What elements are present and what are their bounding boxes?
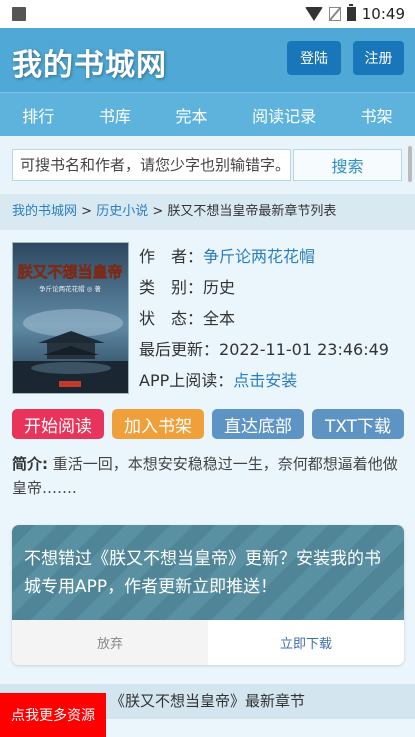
site-title[interactable]: 我的书城网 bbox=[12, 40, 167, 84]
action-buttons: 开始阅读 加入书架 直达底部 TXT下载 bbox=[12, 409, 404, 439]
meta-author: 作 者：争斤论两花花帽 bbox=[139, 246, 389, 277]
promo-text: 不想错过《朕又不想当皇帝》更新？安装我的书城专用APP，作者更新立即推送！ bbox=[24, 549, 381, 597]
register-button[interactable]: 注册 bbox=[353, 41, 404, 75]
cover-author: 争斤论两花花帽 ◎ 著 bbox=[39, 284, 101, 293]
cover-title: 朕又不想当皇帝 bbox=[17, 263, 122, 281]
nav-item-completed[interactable]: 完本 bbox=[175, 103, 207, 127]
more-resources-button[interactable]: 点我更多资源 bbox=[0, 693, 106, 737]
meta-status-label: 状 态： bbox=[139, 309, 204, 328]
search-bar: 可搜书名和作者，请您少字也别输错字。 搜索 bbox=[0, 136, 415, 194]
meta-updated: 最后更新：2022-11-01 23:46:49 bbox=[139, 339, 389, 370]
site-header: 我的书城网 登陆 注册 bbox=[0, 28, 415, 92]
book-cover[interactable]: 朕又不想当皇帝 争斤论两花花帽 ◎ 著 bbox=[12, 242, 129, 394]
promo-download-button[interactable]: 立即下载 bbox=[208, 620, 404, 665]
meta-app-label: APP上阅读： bbox=[139, 371, 234, 390]
breadcrumb-category[interactable]: 历史小说 bbox=[96, 204, 148, 219]
start-reading-button[interactable]: 开始阅读 bbox=[12, 409, 104, 439]
add-to-shelf-button[interactable]: 加入书架 bbox=[112, 409, 204, 439]
login-button[interactable]: 登陆 bbox=[287, 41, 341, 75]
meta-status: 状 态：全本 bbox=[139, 308, 389, 339]
wifi-icon bbox=[304, 7, 323, 21]
breadcrumb-home[interactable]: 我的书城网 bbox=[12, 204, 77, 219]
page-scrollbar[interactable] bbox=[408, 146, 412, 182]
status-bar: 10:49 bbox=[0, 0, 415, 28]
book-info: 朕又不想当皇帝 争斤论两花花帽 ◎ 著 作 者：争斤论两花花帽 类 别：历史 状… bbox=[0, 230, 415, 735]
breadcrumb-separator: > bbox=[148, 204, 168, 219]
nav-item-history[interactable]: 阅读记录 bbox=[252, 103, 316, 127]
nav-item-ranking[interactable]: 排行 bbox=[22, 103, 54, 127]
book-meta: 作 者：争斤论两花花帽 类 别：历史 状 态：全本 最后更新：2022-11-0… bbox=[139, 246, 389, 401]
battery-icon bbox=[346, 4, 356, 21]
author-link[interactable]: 争斤论两花花帽 bbox=[203, 247, 315, 266]
install-app-link[interactable]: 点击安装 bbox=[233, 371, 297, 390]
meta-category: 类 别：历史 bbox=[139, 277, 389, 308]
main-nav: 排行 书库 完本 阅读记录 书架 bbox=[0, 92, 415, 137]
promo-cancel-button[interactable]: 放弃 bbox=[12, 620, 208, 665]
search-button[interactable]: 搜索 bbox=[293, 149, 402, 181]
no-sim-icon bbox=[328, 7, 341, 21]
breadcrumb-current: 朕又不想当皇帝最新章节列表 bbox=[167, 204, 337, 219]
go-bottom-button[interactable]: 直达底部 bbox=[212, 409, 304, 439]
breadcrumb: 我的书城网 > 历史小说 > 朕又不想当皇帝最新章节列表 bbox=[0, 194, 415, 230]
promo-banner: 不想错过《朕又不想当皇帝》更新？安装我的书城专用APP，作者更新立即推送！ bbox=[12, 525, 404, 620]
cover-art: 朕又不想当皇帝 争斤论两花花帽 ◎ 著 bbox=[13, 243, 128, 393]
meta-updated-label: 最后更新： bbox=[139, 340, 220, 359]
clock: 10:49 bbox=[361, 5, 405, 23]
status-icons: 10:49 bbox=[304, 4, 405, 23]
app-promo-dialog: 不想错过《朕又不想当皇帝》更新？安装我的书城专用APP，作者更新立即推送！ 放弃… bbox=[12, 525, 404, 665]
search-input[interactable]: 可搜书名和作者，请您少字也别输错字。 bbox=[12, 149, 291, 181]
notification-icon bbox=[12, 7, 26, 21]
nav-item-bookshelf[interactable]: 书架 bbox=[361, 103, 393, 127]
meta-updated-value: 2022-11-01 23:46:49 bbox=[219, 340, 389, 359]
meta-app: APP上阅读：点击安装 bbox=[139, 370, 389, 401]
txt-download-button[interactable]: TXT下载 bbox=[312, 409, 404, 439]
meta-status-value: 全本 bbox=[203, 309, 236, 328]
book-intro: 简介: 重活一回，本想安安稳稳过一生，奈何都想逼着他做皇帝……. bbox=[12, 452, 402, 500]
intro-text: 重活一回，本想安安稳稳过一生，奈何都想逼着他做皇帝……. bbox=[12, 455, 398, 497]
meta-author-label: 作 者： bbox=[139, 247, 204, 266]
meta-category-value: 历史 bbox=[203, 278, 236, 297]
nav-item-library[interactable]: 书库 bbox=[99, 103, 131, 127]
intro-label: 简介: bbox=[12, 455, 48, 473]
meta-category-label: 类 别： bbox=[139, 278, 204, 297]
breadcrumb-separator: > bbox=[77, 204, 97, 219]
